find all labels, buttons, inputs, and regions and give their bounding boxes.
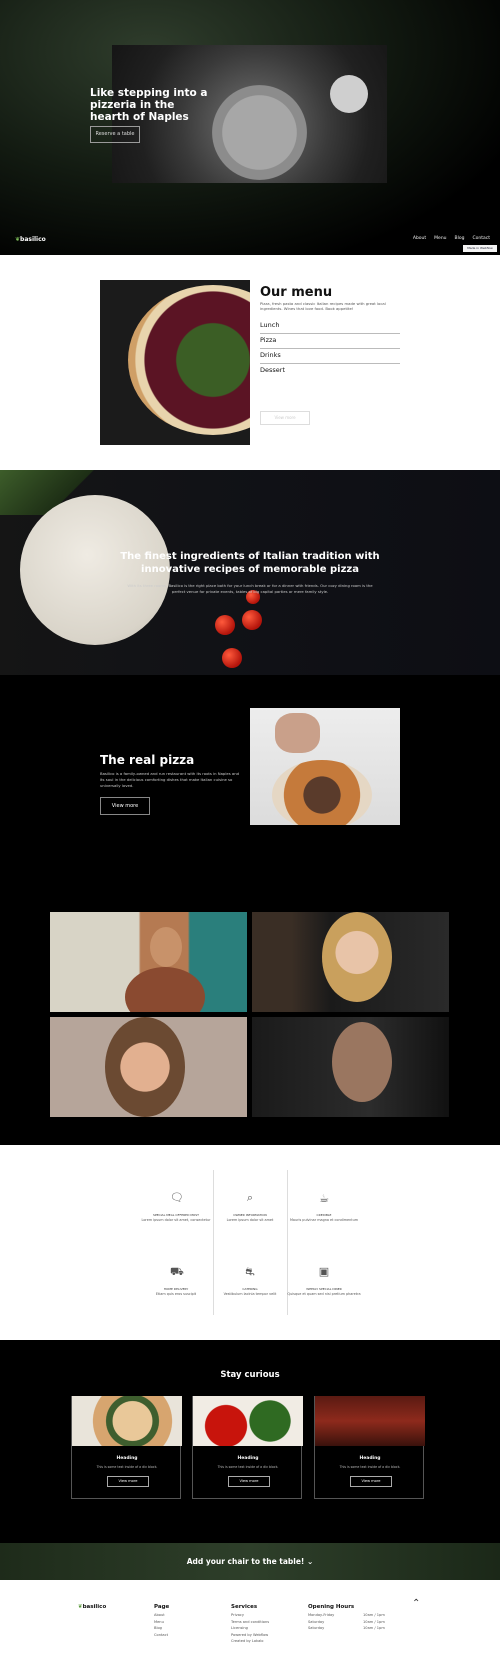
menu-item-pizza[interactable]: Pizza (260, 334, 400, 349)
menu-section: Our menu Pizza, fresh pasta and classic … (0, 255, 500, 470)
footer-services-title: Services (231, 1604, 258, 1610)
card-view-more-button[interactable]: View more (228, 1476, 270, 1487)
nav-contact[interactable]: Contact (472, 236, 490, 241)
truck-icon: ⛟ (170, 1265, 184, 1278)
feature-text: Quisque et quam sed nisi pretium pharetr… (287, 1292, 361, 1296)
card-heading: Heading (359, 1456, 381, 1461)
card-heading: Heading (116, 1456, 138, 1461)
guest-photo (252, 912, 449, 1012)
footer-logo-text: basilico (82, 1604, 107, 1610)
hero-section: Like stepping into a pizzeria in the hea… (0, 0, 500, 255)
menu-item-drinks[interactable]: Drinks (260, 349, 400, 364)
feature-title: CREDIBLE (316, 1213, 332, 1217)
feature-text: Mauris pulvinar magna et condimentum (289, 1218, 359, 1222)
chair-cta[interactable]: Add your chair to the table! ⌄ (0, 1557, 500, 1566)
hours-day: Saturday (308, 1626, 325, 1630)
guest-photo (50, 912, 247, 1012)
menu-view-more-button[interactable]: View more (260, 411, 310, 425)
guest-photo (50, 1017, 247, 1117)
footer-logo[interactable]: ❦basilico (78, 1604, 106, 1610)
card-text: This is some text inside of a div block. (96, 1465, 158, 1469)
footer-hours-times: 10am / 1pm 10am / 1pm 10am / 1pm (363, 1612, 385, 1632)
card-image (72, 1396, 182, 1446)
footer-link[interactable]: Created by Lokalo (231, 1638, 269, 1645)
stay-curious-title: Stay curious (220, 1370, 280, 1380)
chair-cta-text: Add your chair to the table! (186, 1557, 305, 1566)
features-section: 🗨 SPECIAL MEAL OFFERED MOST Lorem ipsum … (0, 1145, 500, 1340)
footer-link[interactable]: Contact (154, 1632, 169, 1639)
tomato-image (215, 615, 235, 635)
main-nav: About Menu Blog Contact (413, 236, 490, 241)
nav-menu[interactable]: Menu (434, 236, 446, 241)
logo-text: basilico (20, 236, 46, 243)
real-pizza-text: Basilico is a family-owned and run resta… (100, 771, 240, 788)
scooter-icon: ⛐ (245, 1265, 255, 1278)
menu-pizza-image (100, 280, 250, 445)
nav-about[interactable]: About (413, 236, 426, 241)
logo[interactable]: ❦basilico (15, 236, 46, 243)
footer-page-title: Page (154, 1604, 170, 1610)
ingredients-section: The finest ingredients of Italian tradit… (0, 470, 500, 675)
ingredients-title: The finest ingredients of Italian tradit… (120, 551, 380, 575)
blog-card[interactable]: Heading This is some text inside of a di… (314, 1396, 425, 1499)
tomato-image (242, 610, 262, 630)
footer-hours-column: Opening Hours Monday-Friday Saturday Sat… (308, 1604, 354, 1632)
tomato-image (222, 648, 242, 668)
blog-card[interactable]: Heading This is some text inside of a di… (71, 1396, 182, 1499)
card-image (315, 1396, 425, 1446)
chat-icon: 🗨 (170, 1191, 184, 1204)
card-text: This is some text inside of a div block. (339, 1465, 401, 1469)
card-view-more-button[interactable]: View more (350, 1476, 392, 1487)
card-heading: Heading (237, 1456, 259, 1461)
real-pizza-title: The real pizza (100, 753, 195, 767)
footer: ❦basilico Page About Menu Blog Contact S… (0, 1580, 500, 1677)
chef-pizza-image (250, 708, 400, 825)
menu-description: Pizza, fresh pasta and classic Italian r… (260, 301, 386, 311)
guest-photo (252, 1017, 449, 1117)
card-view-more-button[interactable]: View more (107, 1476, 149, 1487)
ingredients-text: With its three rooms, Basilico is the ri… (127, 583, 373, 594)
back-to-top-icon[interactable]: ⌃ (412, 1598, 420, 1609)
chevron-down-icon: ⌄ (306, 1557, 314, 1566)
feature-title: WEEKLY SPECIAL DINER (306, 1287, 342, 1291)
search-icon: ⌕ (246, 1191, 254, 1204)
reserve-table-button[interactable]: Reserve a table (90, 126, 140, 143)
card-image (193, 1396, 303, 1446)
menu-title: Our menu (260, 285, 333, 300)
footer-hours-title: Opening Hours (308, 1604, 355, 1610)
coffee-icon: ☕ (319, 1192, 329, 1205)
footer-page-column: Page About Menu Blog Contact (154, 1604, 169, 1638)
camera-icon: ▣ (318, 1265, 330, 1278)
footer-services-column: Services Privacy Terms and conditions Li… (231, 1604, 269, 1645)
hero-title: Like stepping into a pizzeria in the hea… (90, 87, 208, 123)
card-text: This is some text inside of a div block. (217, 1465, 279, 1469)
menu-item-lunch[interactable]: Lunch (260, 319, 400, 334)
nav-blog[interactable]: Blog (455, 236, 465, 241)
blog-card[interactable]: Heading This is some text inside of a di… (192, 1396, 303, 1499)
real-pizza-view-more-button[interactable]: View more (100, 797, 150, 815)
hours-time: 10am / 1pm (363, 1613, 385, 1617)
menu-item-dessert[interactable]: Dessert (260, 364, 400, 379)
made-in-webflow-badge[interactable]: Made in Webflow (463, 245, 497, 252)
hours-time: 10am / 1pm (363, 1626, 385, 1630)
